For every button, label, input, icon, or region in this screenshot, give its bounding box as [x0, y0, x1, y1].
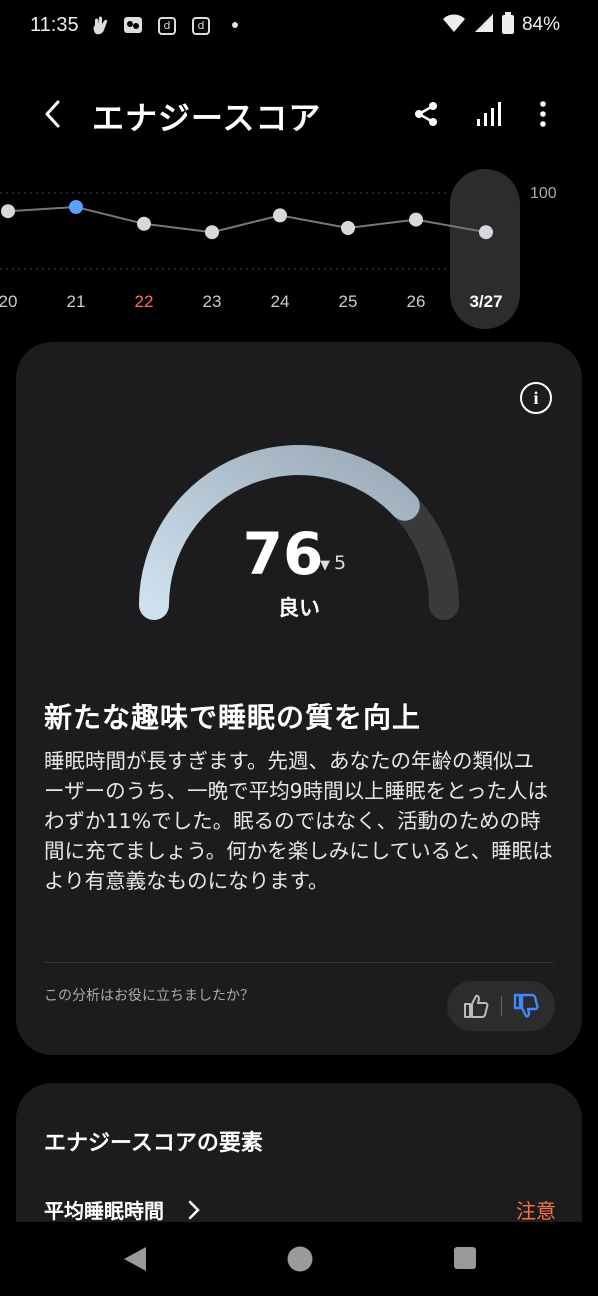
day-label[interactable]: 23 [192, 292, 232, 312]
docomo-icon: d [192, 17, 210, 35]
more-button[interactable] [525, 96, 561, 132]
navigation-bar [0, 1222, 598, 1296]
day-label[interactable]: 20 [0, 292, 28, 312]
more-vertical-icon [540, 101, 546, 127]
signal-icon [474, 13, 494, 37]
day-label[interactable]: 24 [260, 292, 300, 312]
trend-chart: 100 20 21 22 23 24 25 26 3/27 [0, 165, 598, 335]
status-bar: 11:35 d d 84% [0, 0, 598, 56]
nav-recents-button[interactable] [453, 1246, 477, 1274]
trend-point[interactable] [273, 208, 287, 223]
nav-back-button[interactable] [122, 1246, 148, 1276]
battery-percent: 84% [521, 14, 560, 35]
day-label[interactable]: 3/27 [466, 292, 506, 312]
nav-home-button[interactable] [287, 1246, 313, 1276]
factor-status: 注意 [516, 1199, 556, 1223]
trend-point[interactable] [205, 225, 219, 240]
trend-point[interactable] [341, 221, 355, 235]
factors-title: エナジースコアの要素 [44, 1131, 263, 1156]
day-label[interactable]: 22 [124, 292, 164, 312]
back-button[interactable] [36, 96, 72, 132]
trend-point[interactable] [409, 212, 423, 227]
info-icon: i [533, 387, 539, 408]
score-value: 76 [242, 520, 324, 588]
nav-recents-icon [454, 1247, 476, 1269]
info-button[interactable]: i [520, 382, 552, 414]
thumbs-down-button[interactable] [511, 991, 541, 1021]
back-arrow-icon [45, 100, 60, 128]
thumbs-up-button[interactable] [461, 991, 491, 1021]
day-label[interactable]: 21 [56, 292, 96, 312]
dot-icon [226, 15, 246, 37]
wifi-icon [442, 13, 466, 37]
y-axis-max-label: 100 [530, 185, 557, 202]
feedback-question: この分析はお役に立ちましたか？ [44, 988, 254, 1004]
media-icon [122, 14, 142, 36]
day-label[interactable]: 26 [396, 292, 436, 312]
trend-point[interactable] [137, 216, 151, 231]
trend-point[interactable] [69, 200, 83, 214]
app-header: エナジースコア [0, 80, 598, 150]
insight-body: 睡眠時間が長すぎます。先週、あなたの年齢の類似ユーザーのうち、一晩で平均9時間以… [44, 749, 553, 893]
score-card: i 76 ▼ 5 良い 新たな趣味で睡眠の質を向上 睡眠時間が長すぎます。先週、あ… [16, 342, 582, 1055]
trend-point[interactable] [1, 204, 15, 219]
chevron-right-icon [188, 1200, 200, 1220]
stats-button[interactable] [470, 96, 506, 132]
status-time: 11:35 [30, 14, 79, 36]
thumbs-up-icon [464, 994, 489, 1018]
down-arrow-icon: ▼ [320, 558, 330, 573]
factor-row-sleep-duration[interactable]: 平均睡眠時間 注意 [44, 1195, 556, 1225]
factor-label: 平均睡眠時間 [44, 1199, 164, 1223]
insight-title: 新たな趣味で睡眠の質を向上 [44, 701, 422, 734]
thumbs-down-icon [513, 993, 539, 1018]
docomo-icon: d [158, 17, 176, 35]
feedback-separator [501, 996, 502, 1016]
nav-back-icon [124, 1247, 146, 1271]
page-title: エナジースコア [92, 99, 322, 137]
hand-icon [90, 14, 110, 36]
score-delta: ▼ 5 [320, 552, 347, 574]
trend-point[interactable] [479, 225, 493, 240]
feedback-buttons [447, 981, 555, 1031]
divider [44, 962, 554, 963]
share-button[interactable] [408, 96, 444, 132]
day-label[interactable]: 25 [328, 292, 368, 312]
bar-chart-icon [477, 102, 501, 126]
battery-icon [501, 12, 514, 38]
score-rating: 良い [278, 596, 320, 620]
share-icon [415, 102, 437, 126]
nav-home-icon [287, 1246, 313, 1272]
status-indicators: 84% [442, 12, 560, 38]
